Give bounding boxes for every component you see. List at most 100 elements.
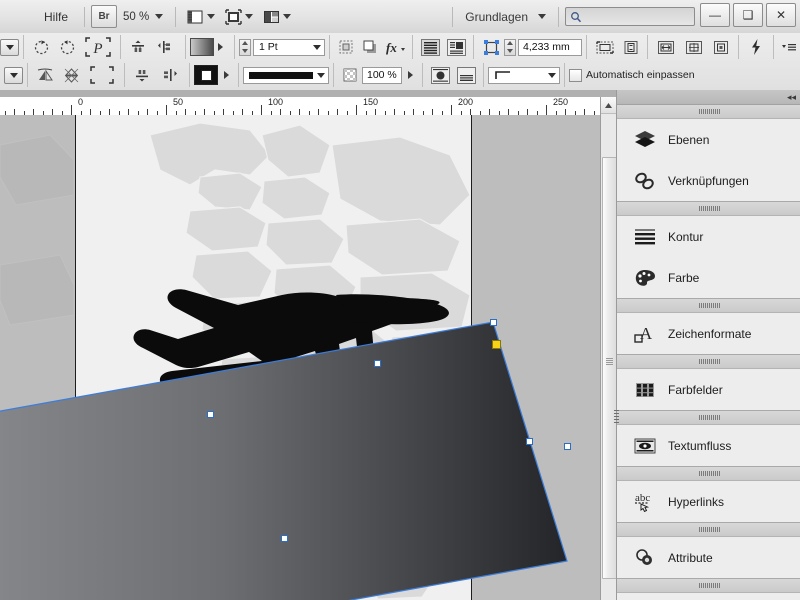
reference-point-control[interactable]: P	[80, 36, 116, 58]
panel-item-verkn-pfungen[interactable]: Verknüpfungen	[617, 160, 800, 201]
panel-item-seiten[interactable]: Seiten	[617, 593, 800, 600]
reference-point-control-2[interactable]	[84, 65, 120, 85]
handle-right-bottom[interactable]	[564, 443, 571, 450]
text-align-justify-button[interactable]	[417, 39, 443, 56]
panel-item-attribute[interactable]: Attribute	[617, 537, 800, 578]
effects-button[interactable]: fx	[382, 39, 408, 55]
stepper-up[interactable]	[505, 40, 515, 48]
flip-horizontal-button[interactable]	[32, 67, 58, 84]
selection-options-dropdown-bottom[interactable]	[4, 67, 23, 84]
panel-group-drag-bar[interactable]	[617, 202, 800, 216]
auto-fit-checkbox-row[interactable]: Automatisch einpassen	[569, 69, 695, 82]
zoom-level-dropdown[interactable]: 50 %	[117, 11, 169, 23]
stroke-swatch-flyout[interactable]	[218, 71, 234, 79]
panel-group-drag-bar[interactable]	[617, 467, 800, 481]
handle-top-mid-left[interactable]	[207, 411, 214, 418]
panel-group-drag-bar[interactable]	[617, 105, 800, 119]
align-top-edges-button[interactable]	[125, 39, 151, 55]
arrange-documents-button[interactable]	[258, 9, 296, 25]
distribute-right-button[interactable]	[155, 67, 185, 83]
corner-options-widget[interactable]	[492, 340, 501, 349]
dock-header[interactable]: ◂◂	[617, 90, 800, 105]
vertical-scrollbar[interactable]	[600, 97, 617, 600]
stepper-down[interactable]	[240, 47, 250, 55]
opacity-field[interactable]: 100 %	[362, 67, 402, 84]
chevron-right-icon	[218, 43, 227, 51]
scroll-up-button[interactable]	[601, 97, 616, 114]
panel-group-drag-bar[interactable]	[617, 355, 800, 369]
panel-item-label: Farbe	[668, 271, 699, 285]
fill-frame-proportionally-button[interactable]	[652, 39, 680, 56]
bridge-button[interactable]: Br	[91, 5, 117, 28]
handle-right-mid[interactable]	[526, 438, 533, 445]
fit-content-proportionally-button[interactable]	[619, 39, 643, 56]
fit-frame-to-content-button[interactable]	[591, 39, 619, 56]
panel-group-drag-bar[interactable]	[617, 299, 800, 313]
workspace-switcher[interactable]: Grundlagen	[459, 10, 552, 24]
scrollbar-thumb[interactable]	[602, 157, 617, 579]
selection-options-dropdown-top[interactable]	[0, 39, 19, 56]
panel-item-farbe[interactable]: Farbe	[617, 257, 800, 298]
selected-gradient-rectangle[interactable]	[0, 115, 600, 600]
menu-item-hilfe[interactable]: Hilfe	[34, 7, 78, 27]
auto-fit-checkbox[interactable]	[569, 69, 582, 82]
align-bottom-text-button[interactable]	[453, 67, 479, 84]
frame-fitting-button[interactable]	[334, 39, 358, 55]
corner-radius-field[interactable]: 4,233 mm	[518, 39, 582, 56]
panel-menu-button[interactable]	[778, 41, 800, 53]
search-input[interactable]	[565, 7, 695, 26]
minimize-button[interactable]: —	[700, 3, 730, 27]
fill-swatch-button[interactable]	[190, 38, 214, 56]
handle-top-right[interactable]	[490, 319, 497, 326]
handle-bottom-mid[interactable]	[281, 535, 288, 542]
fit-frame-to-content2-button[interactable]	[708, 39, 734, 56]
panel-item-zeichenformate[interactable]: AZeichenformate	[617, 313, 800, 354]
document-canvas[interactable]	[0, 115, 600, 600]
wrap-around-object-icon	[431, 67, 450, 84]
stepper-down[interactable]	[505, 47, 515, 55]
stepper-up[interactable]	[240, 40, 250, 48]
fill-swatch-flyout[interactable]	[214, 43, 230, 51]
panel-item-hyperlinks[interactable]: abcHyperlinks	[617, 481, 800, 522]
corner-shape-field[interactable]	[488, 67, 560, 84]
transparency-button[interactable]	[338, 67, 362, 83]
close-button[interactable]: ✕	[766, 3, 796, 27]
wrap-around-shape-button[interactable]	[427, 67, 453, 84]
triangle-up-icon	[242, 41, 248, 45]
panel-dock: ◂◂ EbenenVerknüpfungen Kontur Farbe AZeiche…	[616, 90, 800, 600]
horizontal-ruler[interactable]: 050100150200250	[0, 97, 615, 116]
panel-item-kontur[interactable]: Kontur	[617, 216, 800, 257]
align-bottom-edges-button[interactable]	[129, 67, 155, 83]
panel-item-farbfelder[interactable]: Farbfelder	[617, 369, 800, 410]
maximize-button[interactable]: ❑	[733, 3, 763, 27]
corner-options-button[interactable]	[478, 39, 504, 56]
text-wrap-right-button[interactable]	[443, 39, 469, 56]
corner-radius-stepper[interactable]	[504, 39, 516, 56]
center-content-button[interactable]	[680, 39, 708, 56]
flip-vertical-button[interactable]	[58, 67, 84, 84]
opacity-flyout[interactable]	[402, 71, 418, 79]
panel-group-drag-bar[interactable]	[617, 411, 800, 425]
rotate-cw-button[interactable]	[28, 39, 54, 56]
rotate-ccw-button[interactable]	[54, 39, 80, 56]
separator	[564, 63, 565, 87]
panel-group-drag-bar[interactable]	[617, 579, 800, 593]
separator	[483, 63, 484, 87]
dock-resize-grip[interactable]	[614, 410, 619, 428]
panel-item-textumfluss[interactable]: Textumfluss	[617, 425, 800, 466]
quick-apply-button[interactable]	[743, 38, 769, 56]
stroke-style-field[interactable]	[243, 67, 329, 84]
panel-item-ebenen[interactable]: Ebenen	[617, 119, 800, 160]
fit-content-icon	[338, 39, 354, 55]
collapse-panels-icon[interactable]: ◂◂	[787, 93, 796, 101]
stroke-weight-stepper[interactable]	[239, 39, 251, 56]
panel-group: Seiten	[617, 579, 800, 600]
screen-mode-button[interactable]	[182, 9, 220, 25]
panel-group-drag-bar[interactable]	[617, 523, 800, 537]
stroke-weight-field[interactable]: 1 Pt	[253, 39, 325, 56]
view-mode-button[interactable]	[220, 9, 258, 25]
drop-shadow-button[interactable]	[358, 39, 382, 55]
distribute-left-button[interactable]	[151, 39, 181, 55]
handle-top-mid-right[interactable]	[374, 360, 381, 367]
stroke-swatch-button[interactable]	[194, 65, 218, 85]
